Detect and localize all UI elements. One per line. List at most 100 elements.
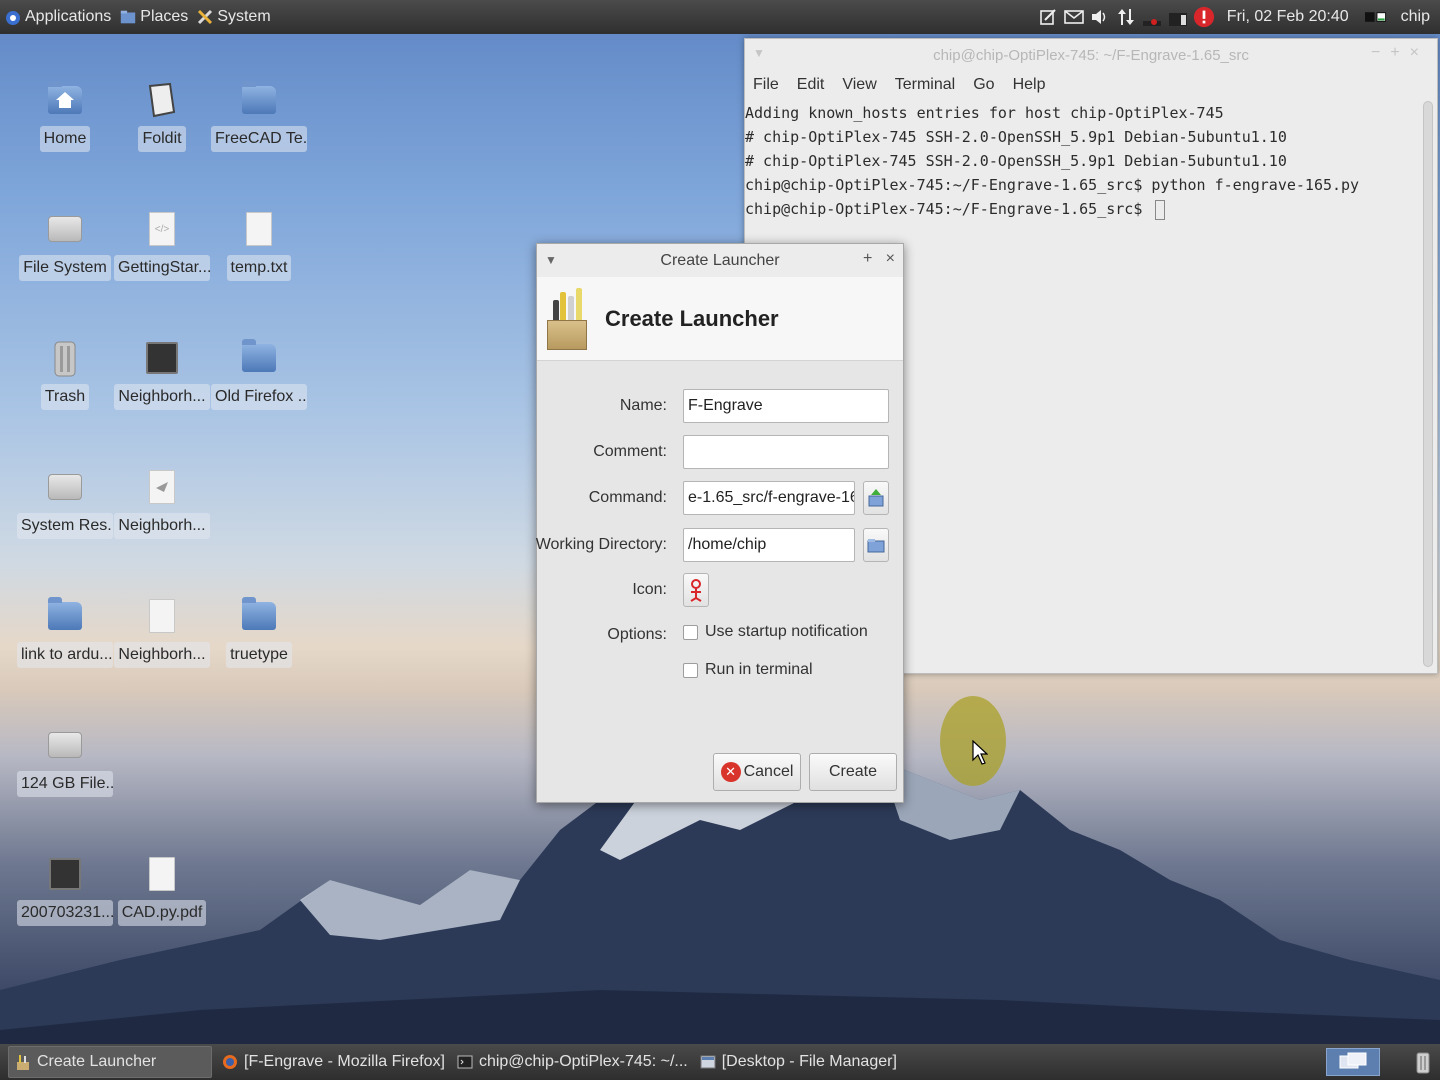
icon-chooser-button[interactable] <box>683 573 709 607</box>
checkbox[interactable] <box>683 624 698 640</box>
workspace-window-icon <box>1339 1052 1367 1069</box>
places-menu[interactable]: Places <box>115 0 192 34</box>
terminal-file-icon <box>45 854 85 894</box>
system-menu[interactable]: System <box>192 0 274 34</box>
checkbox[interactable] <box>683 662 698 678</box>
blank-file-icon <box>142 596 182 636</box>
workdir-browse-button[interactable] <box>863 528 889 562</box>
folder-icon <box>867 539 885 553</box>
taskbar-firefox[interactable]: [F-Engrave - Mozilla Firefox] <box>216 1046 451 1078</box>
launcher-box-icon <box>547 287 587 350</box>
desktop-icon-neighborhood-3[interactable]: Neighborh... <box>114 596 210 672</box>
desktop-icon-system-reserved[interactable]: System Res... <box>17 467 113 543</box>
mail-icon[interactable] <box>1063 6 1085 28</box>
taskbar-file-manager[interactable]: [Desktop - File Manager] <box>694 1046 903 1078</box>
name-field[interactable]: F-Engrave <box>683 389 889 423</box>
folder-icon <box>239 80 279 120</box>
desktop-icon-trash[interactable]: Trash <box>17 338 113 414</box>
desktop-icon-foldit[interactable]: Foldit <box>114 80 210 156</box>
launcher-box-icon <box>15 1054 31 1070</box>
applications-label: Applications <box>25 8 112 25</box>
folder-link-icon <box>45 596 85 636</box>
html-file-icon: </> <box>142 209 182 249</box>
terminal-scrollbar[interactable] <box>1423 101 1433 667</box>
desktop-icon-cad-pdf[interactable]: CAD.py.pdf <box>114 854 210 930</box>
desktop-icon-old-firefox[interactable]: Old Firefox ... <box>211 338 307 414</box>
window-menu-icon[interactable]: ▼ <box>753 46 765 60</box>
bottom-panel: Create Launcher [F-Engrave - Mozilla Fir… <box>0 1044 1440 1080</box>
run-in-terminal-checkbox[interactable]: Run in terminal <box>683 660 813 680</box>
terminal-menu-go[interactable]: Go <box>973 76 994 94</box>
terminal-prompt-line: chip@chip-OptiPlex-745:~/F-Engrave-1.65_… <box>745 197 1437 221</box>
memory-monitor-icon <box>1167 6 1189 28</box>
tools-icon <box>196 8 214 26</box>
startup-notification-checkbox[interactable]: Use startup notification <box>683 622 868 642</box>
taskbar-terminal[interactable]: chip@chip-OptiPlex-745: ~/... <box>451 1046 694 1078</box>
terminal-line: # chip-OptiPlex-745 SSH-2.0-OpenSSH_5.9p… <box>745 128 1287 146</box>
cancel-button[interactable]: ✕ Cancel <box>713 753 801 791</box>
workdir-field[interactable]: /home/chip <box>683 528 855 562</box>
workdir-row: Working Directory: /home/chip <box>536 528 903 562</box>
taskbar-create-launcher[interactable]: Create Launcher <box>8 1046 212 1078</box>
applications-menu[interactable]: Applications <box>0 0 115 34</box>
options-label: Options: <box>607 626 667 643</box>
desktop-icon-freecad[interactable]: FreeCAD Te... <box>211 80 307 156</box>
terminal-icon <box>457 1054 473 1070</box>
mouse-pointer-icon <box>972 740 988 765</box>
dialog-window-menu-icon[interactable]: ▼ <box>545 253 557 267</box>
top-panel: Applications Places System Fri, 02 Feb 2… <box>0 0 1440 34</box>
drive-icon <box>45 467 85 507</box>
clock[interactable]: Fri, 02 Feb 20:40 <box>1227 8 1349 26</box>
terminal-menu-terminal[interactable]: Terminal <box>895 76 955 94</box>
drive-icon <box>45 209 85 249</box>
name-row: Name: F-Engrave <box>537 389 903 423</box>
dialog-header: Create Launcher <box>537 277 903 361</box>
close-icon[interactable]: × <box>886 250 895 267</box>
file-manager-icon <box>700 1054 716 1070</box>
dialog-window-controls[interactable]: + × <box>863 250 895 268</box>
terminal-menu-file[interactable]: File <box>753 76 779 94</box>
text-cursor <box>1155 199 1166 220</box>
desktop-icon-truetype[interactable]: truetype <box>211 596 307 672</box>
panel-trash-icon[interactable] <box>1412 1048 1434 1076</box>
desktop-icon-temp-txt[interactable]: temp.txt <box>211 209 307 285</box>
maximize-icon[interactable]: + <box>863 250 872 267</box>
terminal-line: Adding known_hosts entries for host chip… <box>745 104 1224 122</box>
user-menu[interactable]: chip <box>1401 8 1430 26</box>
desktop-icon-neighborhood-2[interactable]: Neighborh... <box>114 467 210 543</box>
network-icon[interactable] <box>1115 6 1137 28</box>
cancel-icon: ✕ <box>720 762 741 782</box>
firefox-icon <box>222 1054 238 1070</box>
update-alert-icon[interactable] <box>1193 6 1215 28</box>
terminal-line: # chip-OptiPlex-745 SSH-2.0-OpenSSH_5.9p… <box>745 152 1287 170</box>
volume-icon[interactable] <box>1089 6 1111 28</box>
comment-row: Comment: <box>537 435 903 469</box>
command-field[interactable]: e-1.65_src/f-engrave-165.py <box>683 481 855 515</box>
window-controls[interactable]: −+× <box>1371 44 1429 62</box>
desktop-icon-home[interactable]: Home <box>17 80 113 156</box>
desktop-icon-file-system[interactable]: File System <box>17 209 113 285</box>
notes-icon[interactable] <box>1037 6 1059 28</box>
workspace-pager[interactable] <box>1326 1048 1380 1076</box>
system-tray: Fri, 02 Feb 20:40 chip <box>1035 0 1440 34</box>
dialog-titlebar[interactable]: ▼ Create Launcher + × <box>537 244 903 277</box>
terminal-menu-help[interactable]: Help <box>1013 76 1046 94</box>
command-browse-button[interactable] <box>863 481 889 515</box>
open-file-icon <box>868 489 884 507</box>
desktop-icon-getting-started[interactable]: </> GettingStar... <box>114 209 210 285</box>
desktop-icon-neighborhood-1[interactable]: Neighborh... <box>114 338 210 414</box>
desktop-icon-link-to-arduino[interactable]: link to ardu... <box>17 596 113 672</box>
terminal-menu-view[interactable]: View <box>842 76 876 94</box>
create-button[interactable]: Create <box>809 753 897 791</box>
comment-label: Comment: <box>593 443 667 460</box>
workspace-switcher-icon[interactable] <box>1364 6 1387 28</box>
desktop-icon-200703231[interactable]: 200703231... <box>17 854 113 930</box>
terminal-output[interactable]: Adding known_hosts entries for host chip… <box>745 99 1437 221</box>
comment-field[interactable] <box>683 435 889 469</box>
drive-icon <box>45 725 85 765</box>
trash-icon <box>45 338 85 378</box>
desktop-icon-124gb-volume[interactable]: 124 GB File... <box>17 725 113 801</box>
terminal-titlebar[interactable]: ▼ chip@chip-OptiPlex-745: ~/F-Engrave-1.… <box>745 39 1437 71</box>
terminal-title: chip@chip-OptiPlex-745: ~/F-Engrave-1.65… <box>933 46 1249 64</box>
terminal-menu-edit[interactable]: Edit <box>797 76 825 94</box>
